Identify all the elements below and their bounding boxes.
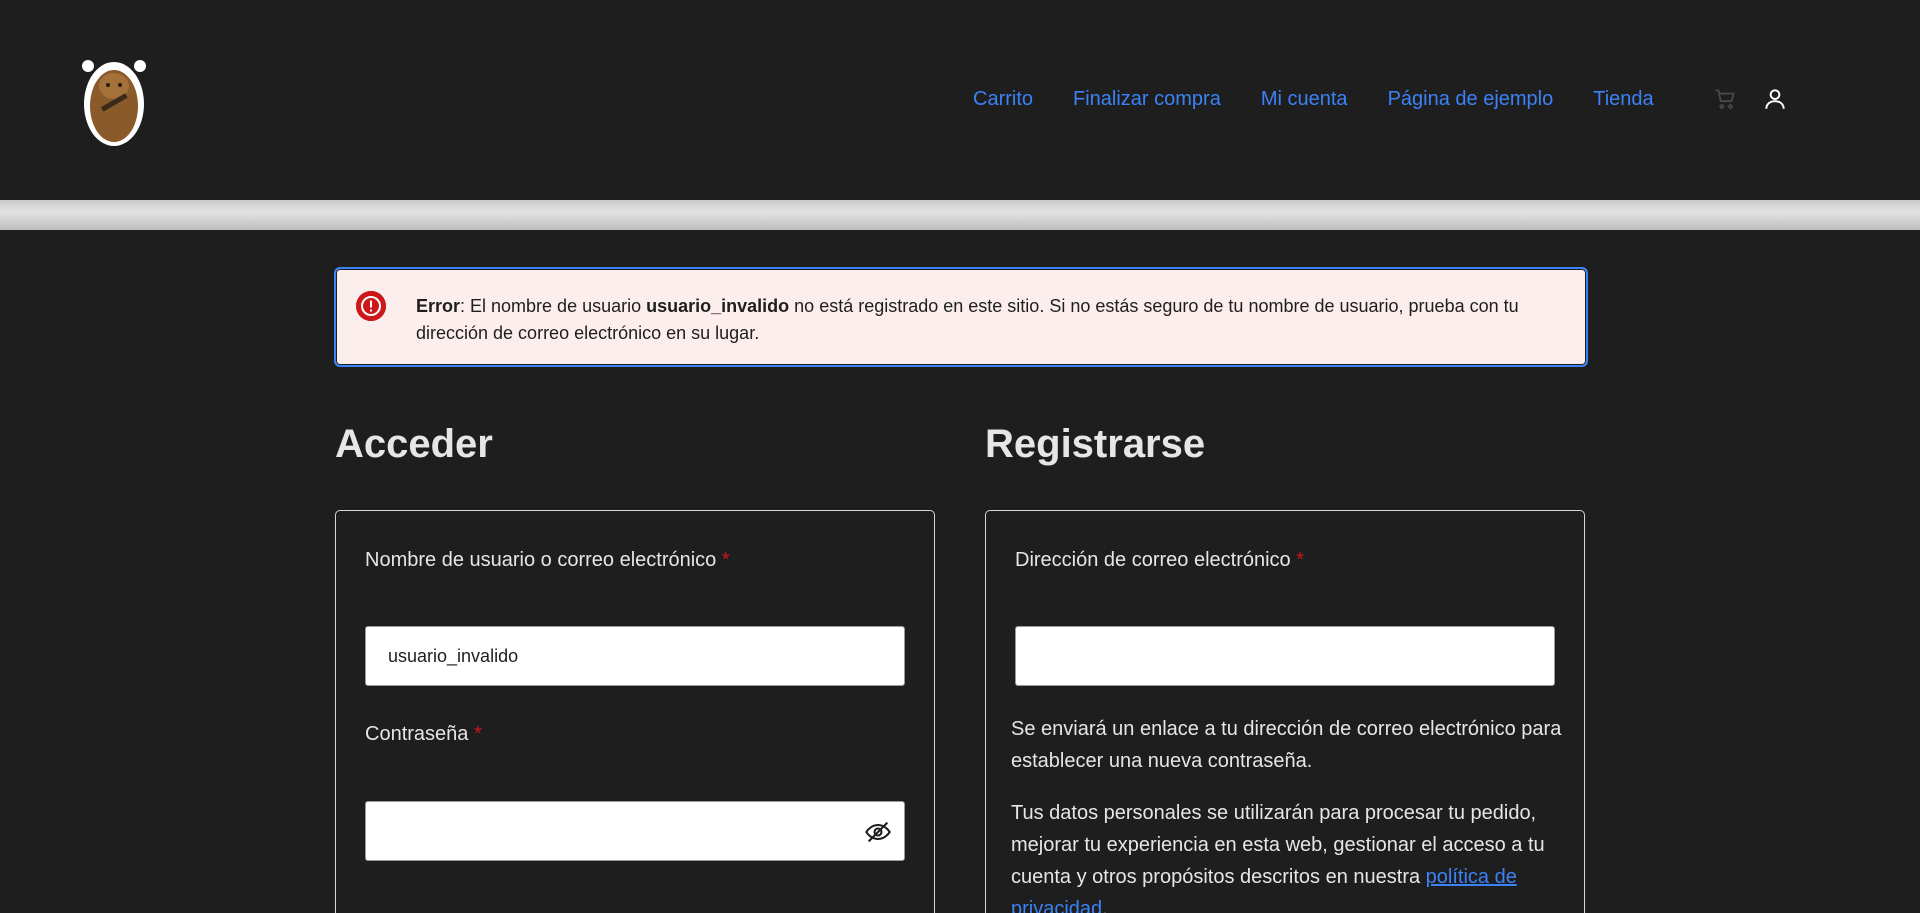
nav-link-tienda[interactable]: Tienda <box>1593 88 1653 111</box>
nav-link-finalizar-compra[interactable]: Finalizar compra <box>1073 88 1221 111</box>
site-logo[interactable] <box>76 52 152 148</box>
username-label: Nombre de usuario o correo electrónico * <box>365 549 730 572</box>
nav-link-pagina-de-ejemplo[interactable]: Página de ejemplo <box>1388 88 1554 111</box>
error-notice: Error: El nombre de usuario usuario_inva… <box>334 267 1588 367</box>
login-form-panel: Nombre de usuario o correo electrónico *… <box>335 510 935 913</box>
header-icons <box>1712 86 1788 112</box>
nav-link-carrito[interactable]: Carrito <box>973 88 1033 111</box>
alert-icon <box>356 291 386 321</box>
email-label-text: Dirección de correo electrónico <box>1015 549 1291 571</box>
required-mark: * <box>721 549 730 571</box>
password-input[interactable] <box>365 801 905 861</box>
password-link-info: Se enviará un enlace a tu dirección de c… <box>1011 718 1562 772</box>
username-label-text: Nombre de usuario o correo electrónico <box>365 549 717 571</box>
error-label: Error <box>416 296 461 316</box>
nav-link-mi-cuenta[interactable]: Mi cuenta <box>1261 88 1348 111</box>
cart-icon[interactable] <box>1712 86 1738 112</box>
required-mark: * <box>473 723 482 745</box>
privacy-end: . <box>1102 898 1108 913</box>
register-title: Registrarse <box>985 422 1206 466</box>
email-label: Dirección de correo electrónico * <box>1015 549 1304 572</box>
error-username: usuario_invalido <box>646 296 790 316</box>
show-password-icon[interactable] <box>864 818 892 846</box>
error-message: Error: El nombre de usuario usuario_inva… <box>416 293 1566 347</box>
main-nav: Carrito Finalizar compra Mi cuenta Págin… <box>973 88 1654 111</box>
password-label-text: Contraseña <box>365 723 469 745</box>
username-input[interactable]: usuario_invalido <box>365 626 905 686</box>
privacy-notice: Tus datos personales se utilizarán para … <box>1011 797 1571 913</box>
login-title: Acceder <box>335 422 493 466</box>
password-label: Contraseña * <box>365 723 482 746</box>
username-input-value: usuario_invalido <box>388 645 519 666</box>
email-input[interactable] <box>1015 626 1555 686</box>
site-header: Carrito Finalizar compra Mi cuenta Págin… <box>0 0 1920 200</box>
register-form-panel: Dirección de correo electrónico * Se env… <box>985 510 1585 913</box>
required-mark: * <box>1296 549 1305 571</box>
header-separator <box>0 200 1920 230</box>
error-text-part-1: : El nombre de usuario <box>460 296 647 316</box>
account-icon[interactable] <box>1762 86 1788 112</box>
